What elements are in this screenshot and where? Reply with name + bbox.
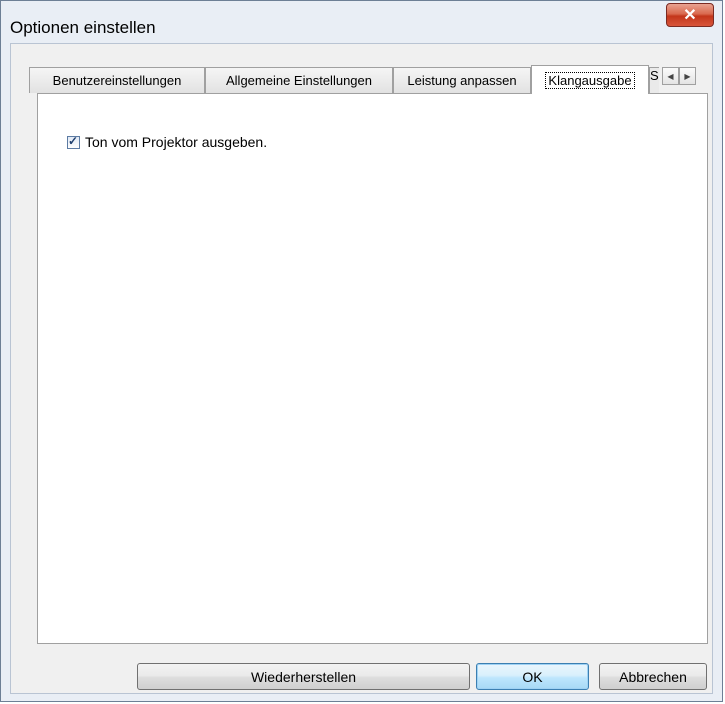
sound-checkbox-label[interactable]: Ton vom Projektor ausgeben. bbox=[85, 134, 267, 150]
tab-label: Allgemeine Einstellungen bbox=[226, 73, 372, 88]
arrow-right-icon: ▶ bbox=[684, 71, 691, 81]
window-title: Optionen einstellen bbox=[10, 18, 156, 37]
tab-panel bbox=[37, 93, 708, 644]
sound-option-row[interactable]: ✓ Ton vom Projektor ausgeben. bbox=[67, 134, 267, 150]
tab-label: Benutzereinstellungen bbox=[52, 73, 182, 88]
arrow-left-icon: ◀ bbox=[667, 71, 674, 81]
tab-benutzereinstellungen[interactable]: Benutzereinstellungen bbox=[29, 67, 205, 93]
tab-label: Klangausgabe bbox=[545, 71, 635, 89]
tab-leistung-anpassen[interactable]: Leistung anpassen bbox=[393, 67, 531, 93]
close-icon: ✕ bbox=[683, 7, 697, 24]
tab-label: Leistung anpassen bbox=[407, 73, 517, 88]
ok-button[interactable]: OK bbox=[476, 663, 589, 690]
tab-klangausgabe[interactable]: Klangausgabe bbox=[531, 65, 649, 94]
tab-scroll-left-button[interactable]: ◀ bbox=[662, 67, 679, 85]
tab-allgemeine-einstellungen[interactable]: Allgemeine Einstellungen bbox=[205, 67, 393, 93]
tab-scroll-right-button[interactable]: ▶ bbox=[679, 67, 696, 85]
tab-overflow-partial[interactable]: S bbox=[649, 67, 659, 93]
close-button[interactable]: ✕ bbox=[666, 3, 714, 27]
cancel-button[interactable]: Abbrechen bbox=[599, 663, 707, 690]
title-bar[interactable]: Optionen einstellen ✕ bbox=[1, 1, 722, 43]
sound-checkbox[interactable]: ✓ bbox=[67, 133, 80, 149]
tab-overflow-text: S bbox=[650, 68, 659, 83]
restore-button[interactable]: Wiederherstellen bbox=[137, 663, 470, 690]
tab-scroll-arrows: ◀ ▶ bbox=[662, 67, 698, 85]
checkmark-icon: ✓ bbox=[68, 133, 79, 148]
